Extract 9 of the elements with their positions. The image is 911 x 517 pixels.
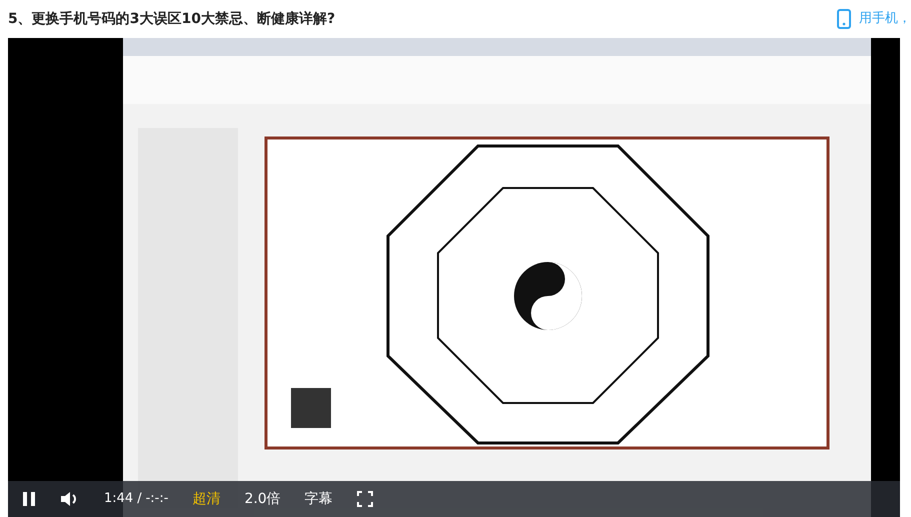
fullscreen-button[interactable] <box>356 488 373 510</box>
duration: -:-:- <box>146 490 168 508</box>
phone-icon <box>837 9 851 29</box>
player-option[interactable]: 字幕 <box>304 488 333 510</box>
player-option[interactable]: 2.0倍 <box>244 488 281 510</box>
player-option[interactable]: 超清 <box>192 488 220 510</box>
time-separator: / <box>137 490 142 508</box>
video-title: 5、更换手机号码的3大误区10大禁忌、断健康详解? <box>8 10 336 28</box>
current-time: 1:44 <box>104 490 134 508</box>
